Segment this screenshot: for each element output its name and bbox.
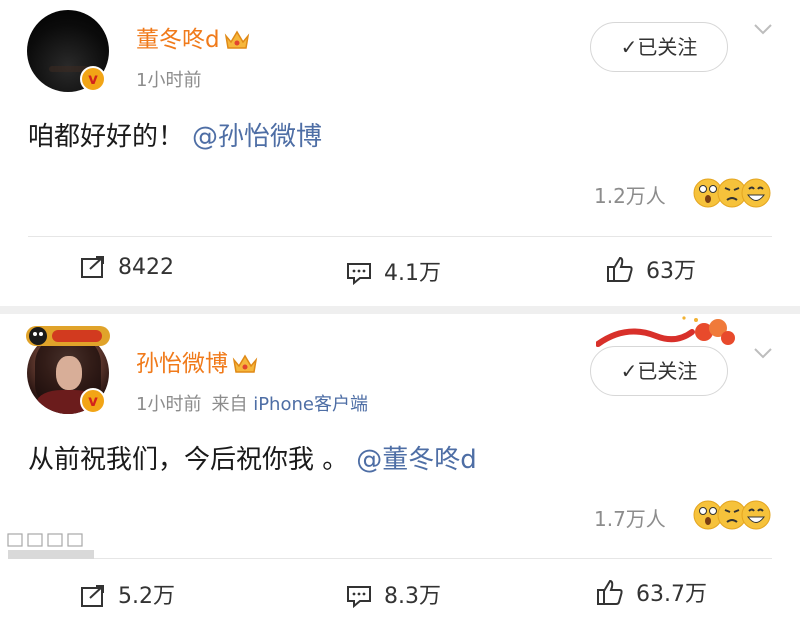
post-source: 来自 iPhone客户端 (211, 394, 368, 415)
comment-icon (347, 586, 371, 609)
reaction-count[interactable]: 1.2万人 (594, 180, 666, 209)
festive-sticker-icon (26, 326, 110, 346)
repost-icon (81, 256, 104, 278)
check-icon: ✓ (620, 359, 638, 383)
verified-v-icon: v (80, 388, 106, 414)
post-meta: 1小时前 (136, 66, 201, 92)
thumbs-up-icon (607, 256, 633, 282)
laughing-emoji-icon (741, 500, 771, 530)
post-time: 1小时前 (136, 70, 202, 91)
vip-crown-icon (232, 354, 258, 373)
site-watermark-logo (7, 533, 94, 559)
chevron-down-icon[interactable] (752, 342, 774, 364)
vip-crown-icon (224, 30, 249, 49)
reaction-emojis[interactable] (692, 176, 772, 210)
like-button[interactable]: 63万 (606, 253, 696, 285)
repost-button[interactable]: 5.2万 (80, 578, 175, 610)
mention-link[interactable]: @董冬咚d (356, 445, 477, 475)
chevron-down-icon[interactable] (752, 18, 774, 40)
reaction-emojis[interactable] (692, 498, 772, 532)
post-time: 1小时前 (136, 394, 202, 415)
comment-button[interactable]: 4.1万 (346, 255, 441, 287)
post-separator (0, 306, 800, 314)
thumbs-up-icon (597, 579, 623, 605)
followed-button[interactable]: ✓已关注 (590, 346, 728, 396)
comment-button[interactable]: 8.3万 (346, 578, 441, 610)
mention-link[interactable]: @孙怡微博 (192, 122, 322, 152)
source-device-link[interactable]: iPhone客户端 (253, 394, 368, 415)
laughing-emoji-icon (741, 178, 771, 208)
divider (28, 558, 772, 559)
divider (28, 236, 772, 237)
comment-icon (347, 263, 371, 286)
weibo-post: v 孙怡微博 1小时前 来自 iPhone客户端 ✓已关注 从前祝我们，今后祝你我… (0, 314, 800, 630)
repost-icon (81, 585, 104, 607)
post-text: 从前祝我们，今后祝你我 。 @董冬咚d (28, 445, 477, 475)
author-name[interactable]: 孙怡微博 (136, 344, 258, 378)
check-icon: ✓ (620, 35, 638, 59)
like-button[interactable]: 63.7万 (596, 576, 707, 608)
verified-v-icon: v (80, 66, 106, 92)
author-name[interactable]: 董冬咚d (136, 20, 250, 54)
reaction-count[interactable]: 1.7万人 (594, 503, 666, 532)
post-meta: 1小时前 来自 iPhone客户端 (136, 390, 368, 416)
post-text: 咱都好好的！ @孙怡微博 (28, 122, 323, 152)
weibo-post: v 董冬咚d 1小时前 ✓已关注 咱都好好的！ @孙怡微博 1.2万人 8422 … (0, 0, 800, 306)
repost-button[interactable]: 8422 (80, 255, 174, 280)
followed-button[interactable]: ✓已关注 (590, 22, 728, 72)
